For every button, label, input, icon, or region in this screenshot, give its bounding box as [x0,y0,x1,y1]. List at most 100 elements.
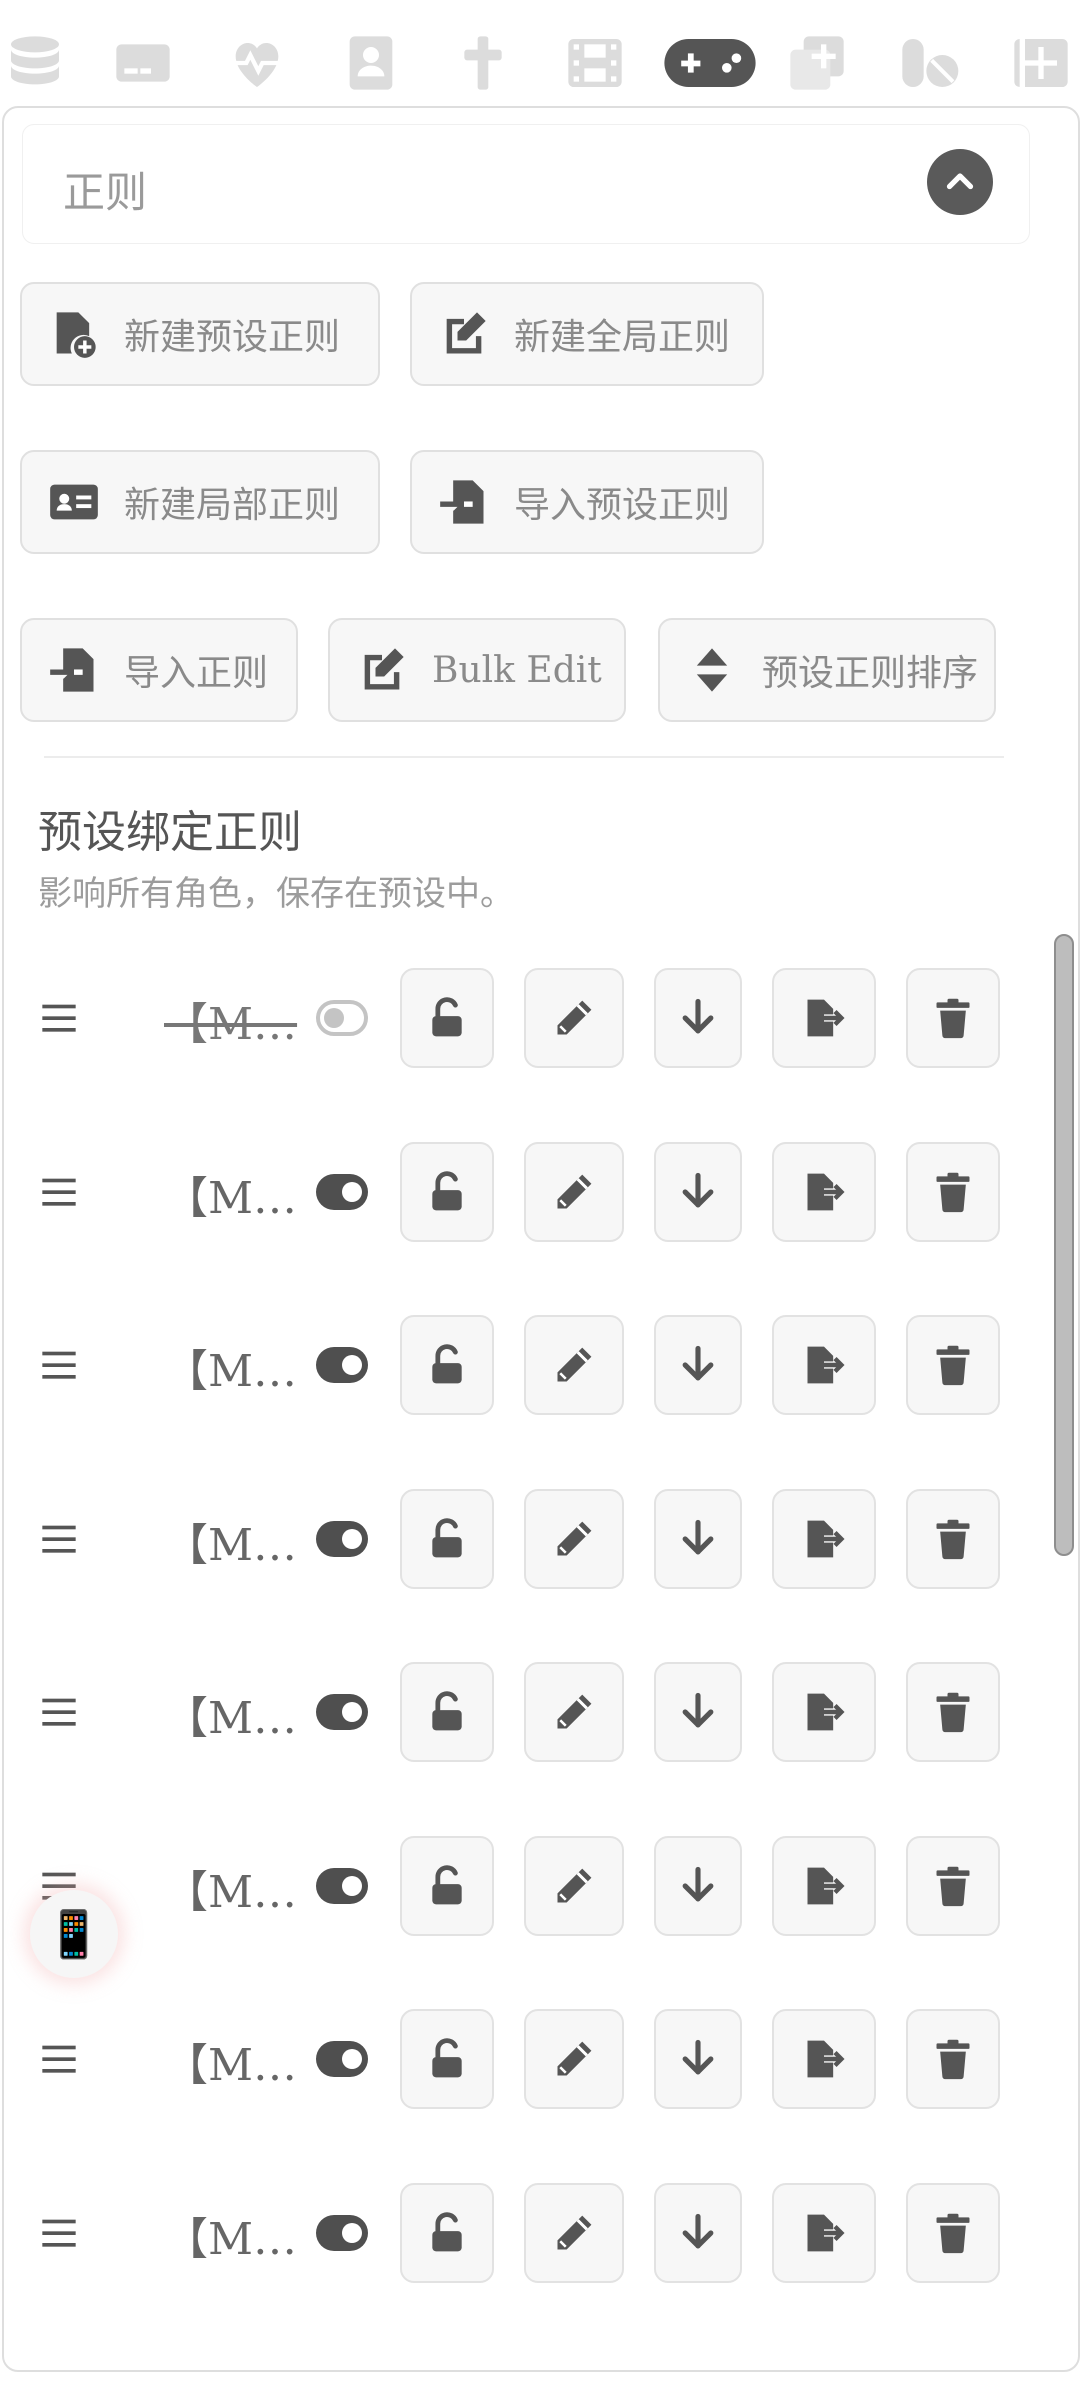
new-preset-regex-label: 新建预设正则 [124,317,341,358]
scrollbar[interactable] [1054,934,1074,1556]
edit-button[interactable] [524,1141,624,1242]
edit-button[interactable] [524,1315,624,1415]
gamepad-icon[interactable] [660,28,760,98]
delete-button[interactable] [906,1315,1000,1415]
drag-handle-icon[interactable] [34,990,84,1046]
chevron-up-icon[interactable] [927,149,993,215]
section-description: 影响所有角色，保存在预设中。 [38,874,514,914]
phone-icon[interactable]: 📱 [30,1890,118,1978]
export-button[interactable] [654,1662,742,1762]
file-export-icon [802,1517,846,1561]
import-regex-button[interactable]: 导入正则 [20,618,298,722]
pills-icon[interactable] [894,28,964,98]
move-button[interactable] [772,1662,876,1762]
unlock-button[interactable] [400,1315,494,1415]
enable-toggle[interactable] [316,1347,368,1383]
delete-button[interactable] [906,1835,1000,1936]
drag-handle-icon[interactable] [34,1337,84,1393]
export-button[interactable] [654,1835,742,1936]
drag-handle-icon[interactable] [34,2031,84,2087]
square-plus-icon[interactable] [1006,28,1076,98]
edit-button[interactable] [524,968,624,1068]
enable-toggle[interactable] [316,1694,368,1730]
unlock-button[interactable] [400,1141,494,1242]
drag-handle-icon[interactable] [34,2205,84,2261]
enable-toggle[interactable] [316,1173,368,1210]
delete-button[interactable] [906,2009,1000,2109]
export-button[interactable] [654,2182,742,2283]
unlock-button[interactable] [400,1835,494,1936]
sort-preset-regex-button[interactable]: 预设正则排序 [658,618,996,722]
arrow-down-icon [676,1864,720,1908]
regex-row: 【M… [4,1315,1024,1415]
edit-icon [354,642,410,698]
enable-toggle[interactable] [316,1520,368,1557]
unlock-button[interactable] [400,2009,494,2109]
enable-toggle[interactable] [316,1000,368,1036]
delete-button[interactable] [906,968,1000,1068]
regex-name: 【M… [164,2213,298,2265]
delete-button[interactable] [906,1662,1000,1762]
regex-name: 【M… [164,1866,298,1918]
move-button[interactable] [772,2182,876,2283]
export-button[interactable] [654,1488,742,1589]
file-export-icon [802,1864,846,1908]
address-book-icon[interactable] [336,28,406,98]
cross-icon[interactable] [448,28,518,98]
move-button[interactable] [772,1488,876,1589]
new-preset-regex-button[interactable]: 新建预设正则 [20,282,380,386]
arrow-down-icon [676,2211,720,2255]
drag-handle-icon[interactable] [34,1511,84,1567]
edit-button[interactable] [524,1662,624,1762]
edit-button[interactable] [524,1835,624,1936]
export-button[interactable] [654,2009,742,2109]
new-local-regex-button[interactable]: 新建局部正则 [20,450,380,554]
unlock-button[interactable] [400,1662,494,1762]
drag-handle-icon[interactable] [34,1164,84,1220]
pencil-icon [552,1690,596,1734]
new-global-regex-button[interactable]: 新建全局正则 [410,282,764,386]
unlock-icon [425,1864,469,1908]
arrow-down-icon [676,1343,720,1387]
unlock-button[interactable] [400,2182,494,2283]
film-icon[interactable] [560,28,630,98]
trash-icon [931,1170,975,1214]
unlock-button[interactable] [400,1488,494,1589]
delete-button[interactable] [906,2182,1000,2283]
export-button[interactable] [654,1315,742,1415]
bulk-edit-button[interactable]: Bulk Edit [328,618,626,722]
database-icon[interactable] [0,28,70,98]
enable-toggle[interactable] [316,2041,368,2077]
move-button[interactable] [772,2009,876,2109]
drawer-title: 正则 [63,168,148,217]
id-card-icon [46,474,102,530]
edit-button[interactable] [524,2009,624,2109]
move-button[interactable] [772,1141,876,1242]
move-button[interactable] [772,968,876,1068]
sort-icon [684,642,740,698]
drawer-header[interactable]: 正则 [22,124,1030,244]
move-button[interactable] [772,1315,876,1415]
import-preset-regex-button[interactable]: 导入预设正则 [410,450,764,554]
credit-card-icon[interactable] [108,28,178,98]
export-button[interactable] [654,968,742,1068]
file-export-icon [802,1690,846,1734]
sort-preset-regex-label: 预设正则排序 [762,653,979,694]
heart-pulse-icon[interactable] [222,28,292,98]
copy-plus-icon[interactable] [782,28,852,98]
delete-button[interactable] [906,1488,1000,1589]
delete-button[interactable] [906,1141,1000,1242]
unlock-button[interactable] [400,968,494,1068]
enable-toggle[interactable] [316,1867,368,1904]
drag-handle-icon[interactable] [34,1684,84,1740]
enable-toggle[interactable] [316,2214,368,2251]
edit-button[interactable] [524,2182,624,2283]
pencil-icon [552,1343,596,1387]
export-button[interactable] [654,1141,742,1242]
arrow-down-icon [676,996,720,1040]
trash-icon [931,2211,975,2255]
move-button[interactable] [772,1835,876,1936]
arrow-down-icon [676,1517,720,1561]
arrow-down-icon [676,1690,720,1734]
edit-button[interactable] [524,1488,624,1589]
